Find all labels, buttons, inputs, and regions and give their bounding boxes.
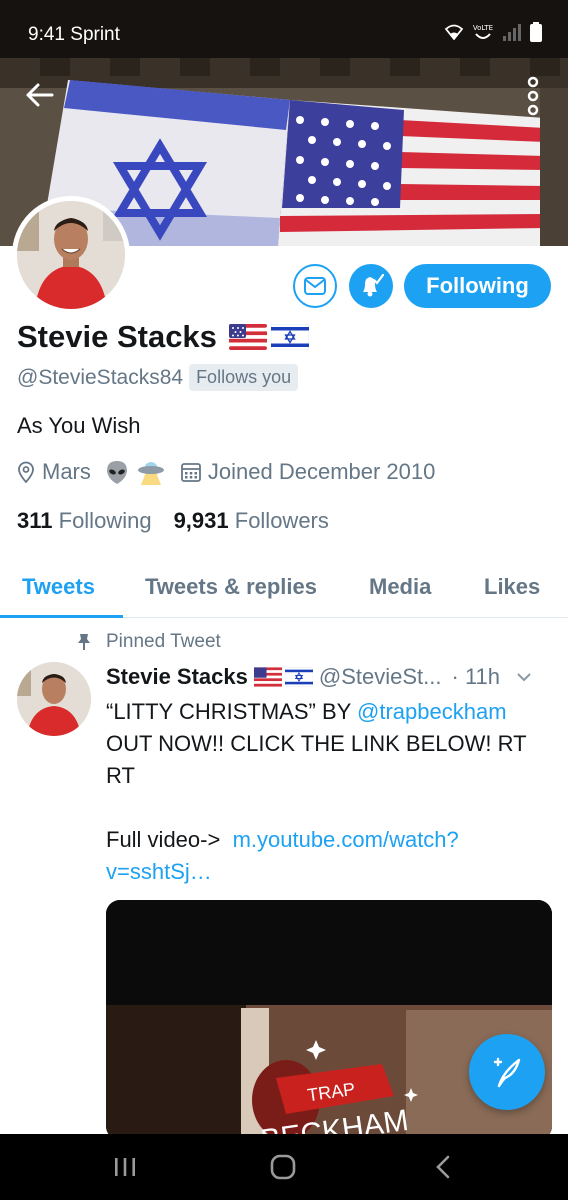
following-button[interactable]: Following xyxy=(404,264,551,308)
notifications-button[interactable] xyxy=(349,264,393,308)
us-flag-icon xyxy=(228,324,267,350)
clock: 9:41 xyxy=(28,24,65,45)
location: Mars xyxy=(17,459,165,485)
back-arrow-icon[interactable] xyxy=(22,78,56,112)
following-count: 311 xyxy=(17,508,53,533)
location-pin-icon xyxy=(18,461,34,483)
handle-row: @StevieStacks84 Follows you xyxy=(17,364,299,391)
location-text: Mars xyxy=(42,459,91,484)
profile-avatar[interactable] xyxy=(12,196,130,314)
tab-tweets-replies[interactable]: Tweets & replies xyxy=(145,574,317,600)
profile-name-row: Stevie Stacks xyxy=(17,319,309,355)
profile-tabs: Tweets Tweets & replies Media Likes xyxy=(0,560,568,618)
home-icon xyxy=(270,1154,296,1180)
envelope-icon xyxy=(304,277,326,295)
tab-media[interactable]: Media xyxy=(369,574,431,600)
tweet-text: “LITTY CHRISTMAS” BY @trapbeckham OUT NO… xyxy=(106,696,546,888)
pinned-label: Pinned Tweet xyxy=(106,631,221,652)
tweet-time: 11h xyxy=(464,664,501,689)
back-icon xyxy=(436,1155,450,1179)
status-time: 9:41 Sprint xyxy=(28,24,120,46)
video-thumbnail: TRAP BECKHAM xyxy=(106,900,552,1140)
status-icons: VoLTE xyxy=(444,22,542,42)
tweet-avatar[interactable] xyxy=(17,662,91,736)
tweet-text-part: Full video-> xyxy=(106,827,233,852)
more-vertical-icon[interactable] xyxy=(516,72,550,120)
follows-you-badge: Follows you xyxy=(189,364,299,391)
status-bar: 9:41 Sprint VoLTE xyxy=(0,0,568,58)
alien-icon xyxy=(106,461,127,484)
ufo-icon xyxy=(137,462,164,485)
name-emoji xyxy=(228,324,309,350)
followers-count-link[interactable]: 9,931 Followers xyxy=(174,508,329,534)
followers-label: Followers xyxy=(234,508,329,533)
follow-counts: 311 Following 9,931 Followers xyxy=(17,508,329,534)
volte-icon: VoLTE xyxy=(473,24,493,39)
us-flag-icon xyxy=(253,667,282,687)
home-button[interactable] xyxy=(266,1152,300,1182)
israel-flag-icon xyxy=(270,324,309,350)
message-button[interactable] xyxy=(293,264,337,308)
tweet-author[interactable]: Stevie Stacks xyxy=(106,664,248,690)
tweet-time-row: · 11h xyxy=(451,664,500,690)
compose-tweet-icon xyxy=(493,1057,521,1088)
active-tab-indicator xyxy=(0,615,123,618)
pin-icon xyxy=(78,634,90,650)
followers-count: 9,931 xyxy=(173,508,229,533)
recents-button[interactable] xyxy=(108,1152,142,1182)
battery-icon xyxy=(530,22,542,42)
system-nav-bar xyxy=(0,1134,568,1200)
profile-meta: Mars Joined December 2010 xyxy=(17,459,435,485)
compose-tweet-button[interactable] xyxy=(469,1034,545,1110)
calendar-icon xyxy=(180,463,201,482)
tweet-header: Stevie Stacks @StevieSt... · 11h xyxy=(106,664,556,690)
tweet-handle: @StevieSt... xyxy=(318,664,442,689)
joined-date: Joined December 2010 xyxy=(180,459,436,485)
display-name: Stevie Stacks xyxy=(17,319,217,354)
tweet-line-4: Full video-> m.youtube.com/watch?v=sshtS… xyxy=(106,824,546,888)
tweet-line-2: OUT NOW!! CLICK THE LINK BELOW! RT RT xyxy=(106,731,527,788)
tweet-media-video[interactable]: TRAP BECKHAM xyxy=(106,900,552,1140)
svg-text:VoLTE: VoLTE xyxy=(473,24,493,32)
tweet-mention-link[interactable]: @trapbeckham xyxy=(357,699,507,724)
avatar-image xyxy=(17,201,125,309)
tweet-avatar-image xyxy=(17,662,91,736)
tweet-line-1: “LITTY CHRISTMAS” BY @trapbeckham xyxy=(106,696,546,728)
israel-flag-icon xyxy=(284,667,313,687)
following-count-link[interactable]: 311 Following xyxy=(17,508,152,534)
joined-text: Joined December 2010 xyxy=(207,459,436,484)
carrier: Sprint xyxy=(70,24,120,45)
tweet-separator: · xyxy=(451,664,459,689)
bell-check-icon xyxy=(363,273,384,297)
signal-icon xyxy=(503,24,521,41)
following-label: Following xyxy=(58,508,152,533)
tweet-text-part: “LITTY CHRISTMAS” BY xyxy=(106,699,358,724)
wifi-icon xyxy=(444,24,464,40)
tweet-author-emoji xyxy=(253,667,313,687)
chevron-down-icon[interactable] xyxy=(516,672,532,682)
back-button[interactable] xyxy=(426,1152,460,1182)
tab-tweets[interactable]: Tweets xyxy=(22,574,95,600)
pinned-indicator: Pinned Tweet xyxy=(76,631,221,653)
recents-icon xyxy=(115,1158,135,1176)
profile-bio: As You Wish xyxy=(17,413,141,438)
profile-handle: @StevieStacks84 xyxy=(17,365,184,389)
tab-likes[interactable]: Likes xyxy=(484,574,540,600)
